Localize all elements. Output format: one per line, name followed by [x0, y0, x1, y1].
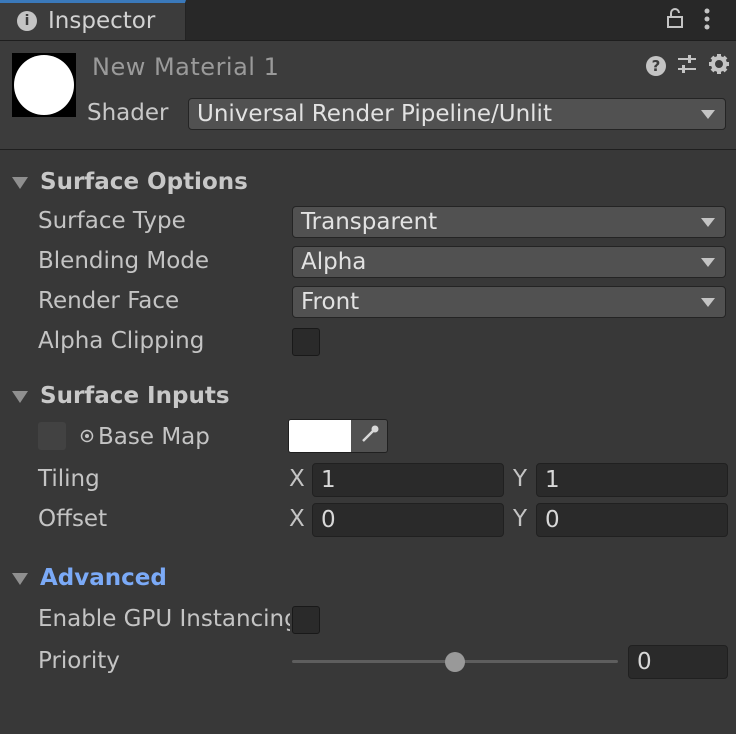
base-map-label: Base Map [98, 424, 210, 450]
chevron-down-icon [701, 110, 715, 119]
color-swatch [289, 420, 351, 452]
lock-icon[interactable] [666, 8, 684, 33]
chevron-down-icon [701, 218, 715, 227]
alpha-clipping-checkbox[interactable] [292, 328, 320, 356]
offset-x-label: X [289, 506, 305, 532]
alpha-clipping-label: Alpha Clipping [38, 328, 205, 354]
render-face-value: Front [301, 289, 360, 315]
offset-y-field[interactable]: 0 [536, 503, 728, 537]
shader-value: Universal Render Pipeline/Unlit [197, 101, 552, 127]
gpu-instancing-label: Enable GPU Instancing [38, 606, 290, 632]
offset-x-field[interactable]: 0 [312, 503, 504, 537]
eyedropper-icon[interactable] [359, 423, 381, 450]
tab-inspector[interactable]: i Inspector [0, 0, 186, 40]
object-picker-icon[interactable] [80, 428, 94, 447]
tiling-x-label: X [289, 466, 305, 492]
more-vertical-icon[interactable] [700, 8, 714, 35]
info-icon: i [17, 11, 37, 31]
offset-label: Offset [38, 506, 108, 532]
preset-sliders-icon[interactable] [676, 53, 698, 81]
tiling-label: Tiling [38, 466, 100, 492]
chevron-down-icon [701, 298, 715, 307]
foldout-arrow-icon[interactable] [12, 573, 28, 585]
gpu-instancing-checkbox[interactable] [292, 606, 320, 634]
section-surface-options[interactable]: Surface Options [40, 169, 248, 195]
help-icon[interactable]: ? [646, 56, 666, 76]
blending-mode-dropdown[interactable]: Alpha [292, 246, 726, 278]
shader-label: Shader [87, 100, 169, 126]
section-advanced[interactable]: Advanced [40, 565, 167, 591]
surface-type-value: Transparent [301, 209, 438, 235]
preview-sphere [14, 55, 74, 115]
gear-icon[interactable] [708, 53, 730, 81]
render-face-label: Render Face [38, 288, 180, 314]
material-preview [12, 53, 76, 117]
blending-mode-label: Blending Mode [38, 248, 210, 274]
surface-type-dropdown[interactable]: Transparent [292, 206, 726, 238]
tab-title: Inspector [48, 8, 156, 34]
tiling-y-label: Y [513, 466, 528, 492]
surface-type-label: Surface Type [38, 208, 186, 234]
tiling-y-field[interactable]: 1 [536, 463, 728, 497]
blending-mode-value: Alpha [301, 249, 367, 275]
material-header: New Material 1 ? Shader Universal Render… [0, 41, 736, 150]
foldout-arrow-icon[interactable] [12, 391, 28, 403]
priority-slider-handle[interactable] [445, 652, 465, 672]
priority-label: Priority [38, 648, 120, 674]
shader-dropdown[interactable]: Universal Render Pipeline/Unlit [188, 98, 726, 130]
chevron-down-icon [701, 258, 715, 267]
section-surface-inputs[interactable]: Surface Inputs [40, 383, 230, 409]
tab-bar: i Inspector [0, 0, 736, 41]
base-map-texture-slot[interactable] [38, 422, 66, 450]
base-map-color-field[interactable] [288, 419, 388, 453]
offset-y-label: Y [513, 506, 528, 532]
render-face-dropdown[interactable]: Front [292, 286, 726, 318]
tiling-x-field[interactable]: 1 [312, 463, 504, 497]
priority-field[interactable]: 0 [628, 645, 728, 679]
foldout-arrow-icon[interactable] [12, 177, 28, 189]
material-name[interactable]: New Material 1 [92, 53, 279, 81]
